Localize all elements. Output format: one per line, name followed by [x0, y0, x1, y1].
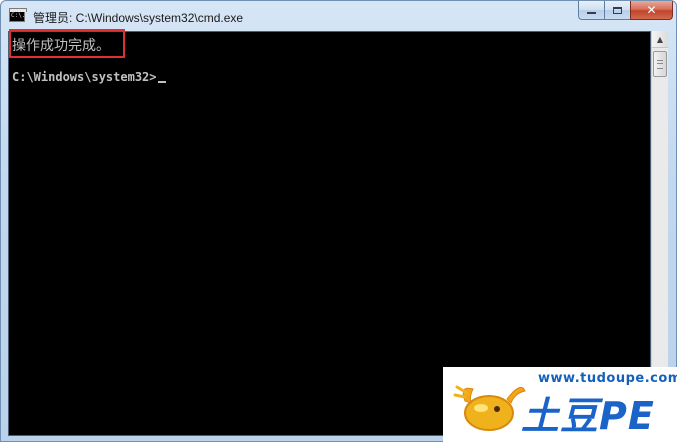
- maximize-button[interactable]: [604, 1, 630, 20]
- title-bar[interactable]: C:\. 管理员: C:\Windows\system32\cmd.exe ✕: [1, 1, 676, 31]
- success-message: 操作成功完成。: [12, 38, 110, 54]
- caption-buttons: ✕: [578, 1, 673, 20]
- potato-logo: [453, 385, 526, 431]
- close-button[interactable]: ✕: [630, 1, 673, 20]
- arrow-up-icon: ▲: [656, 35, 664, 44]
- cmd-console-icon[interactable]: C:\.: [9, 8, 27, 22]
- text-cursor: [157, 81, 166, 83]
- grip-icon: [657, 60, 663, 69]
- minimize-icon: [587, 12, 596, 14]
- watermark-brand: 土豆PE: [521, 394, 655, 438]
- scroll-thumb[interactable]: [653, 51, 667, 77]
- maximize-icon: [613, 6, 622, 14]
- scroll-up-button[interactable]: ▲: [652, 31, 668, 48]
- prompt-text: C:\Windows\system32>: [12, 70, 157, 84]
- command-prompt[interactable]: C:\Windows\system32>: [12, 70, 166, 84]
- minimize-button[interactable]: [578, 1, 604, 20]
- watermark-url: www.tudoupe.com: [538, 371, 677, 386]
- watermark: www.tudoupe.com 土豆PE: [443, 367, 677, 442]
- close-icon: ✕: [646, 3, 657, 17]
- window-title: 管理员: C:\Windows\system32\cmd.exe: [33, 11, 244, 25]
